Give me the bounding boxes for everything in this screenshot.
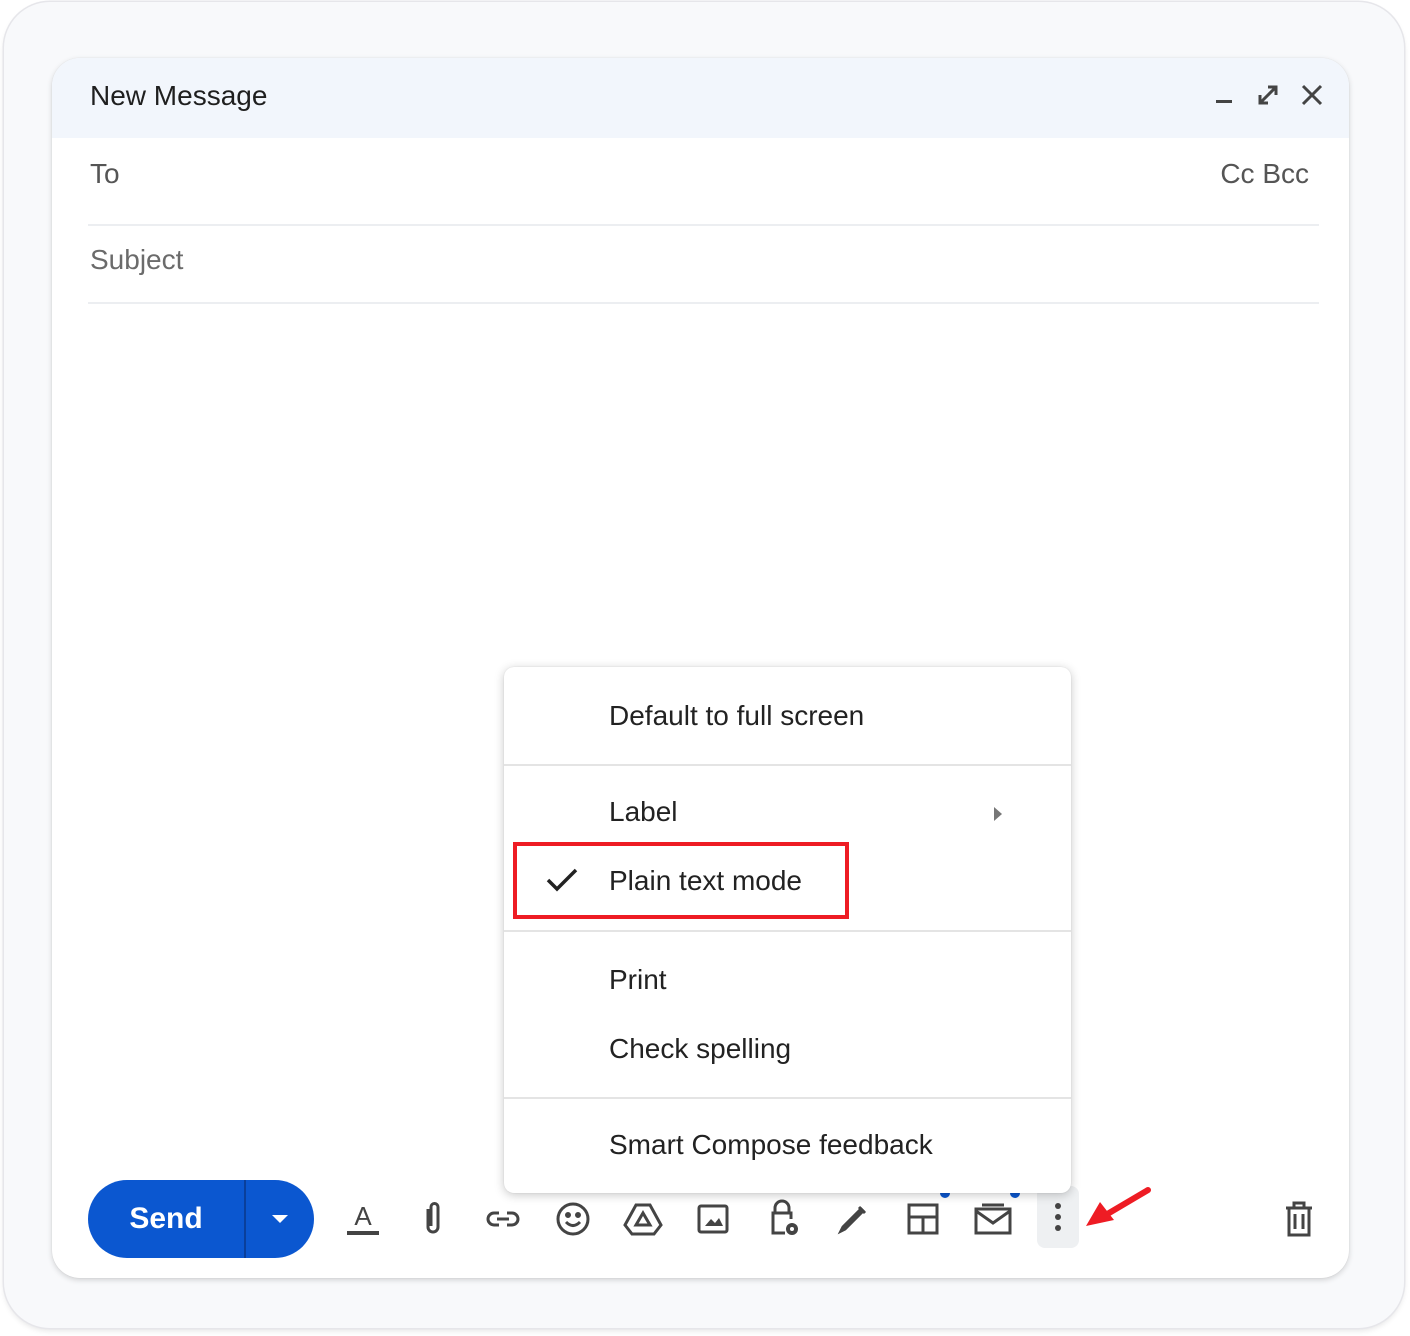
drive-icon[interactable] — [618, 1194, 668, 1244]
emoji-icon[interactable] — [548, 1194, 598, 1244]
signature-icon[interactable] — [828, 1194, 878, 1244]
submenu-arrow-icon — [994, 807, 1002, 821]
send-options-button[interactable] — [246, 1180, 314, 1258]
svg-text:A: A — [354, 1201, 372, 1231]
menu-item-check-spelling[interactable]: Check spelling — [504, 1018, 1071, 1078]
menu-item-print[interactable]: Print — [504, 949, 1071, 1009]
caret-down-icon — [272, 1215, 288, 1223]
attach-icon[interactable] — [408, 1194, 458, 1244]
menu-item-smart-compose-feedback[interactable]: Smart Compose feedback — [504, 1114, 1071, 1174]
confidential-mode-icon[interactable] — [758, 1194, 808, 1244]
compose-header: New Message — [52, 58, 1349, 138]
layouts-icon[interactable] — [898, 1194, 948, 1244]
subject-input[interactable] — [90, 244, 490, 276]
minimize-icon[interactable] — [1209, 80, 1239, 110]
annotation-arrow — [1086, 1187, 1151, 1226]
cc-bcc-link[interactable]: Cc Bcc — [1220, 158, 1309, 190]
insert-photo-icon[interactable] — [688, 1194, 738, 1244]
menu-separator — [504, 1097, 1071, 1099]
send-button-group: Send — [88, 1180, 314, 1258]
close-icon[interactable] — [1297, 80, 1327, 110]
email-template-icon[interactable] — [968, 1194, 1018, 1244]
menu-separator — [504, 764, 1071, 766]
to-field[interactable]: To Cc Bcc — [88, 138, 1319, 226]
more-options-icon[interactable] — [1037, 1186, 1079, 1248]
highlight-box — [513, 842, 849, 919]
send-button[interactable]: Send — [88, 1180, 244, 1258]
expand-icon[interactable] — [1253, 80, 1283, 110]
formatting-options-icon[interactable]: A — [338, 1194, 388, 1244]
compose-title: New Message — [90, 80, 268, 111]
subject-field-row — [88, 226, 1319, 304]
discard-draft-icon[interactable] — [1274, 1194, 1324, 1244]
menu-item-default-full-screen[interactable]: Default to full screen — [504, 685, 1071, 745]
more-options-menu: Default to full screen Label Plain text … — [504, 667, 1071, 1193]
link-icon[interactable] — [478, 1194, 528, 1244]
menu-item-label[interactable]: Label — [504, 781, 1071, 841]
menu-separator — [504, 930, 1071, 932]
to-label: To — [90, 158, 120, 189]
